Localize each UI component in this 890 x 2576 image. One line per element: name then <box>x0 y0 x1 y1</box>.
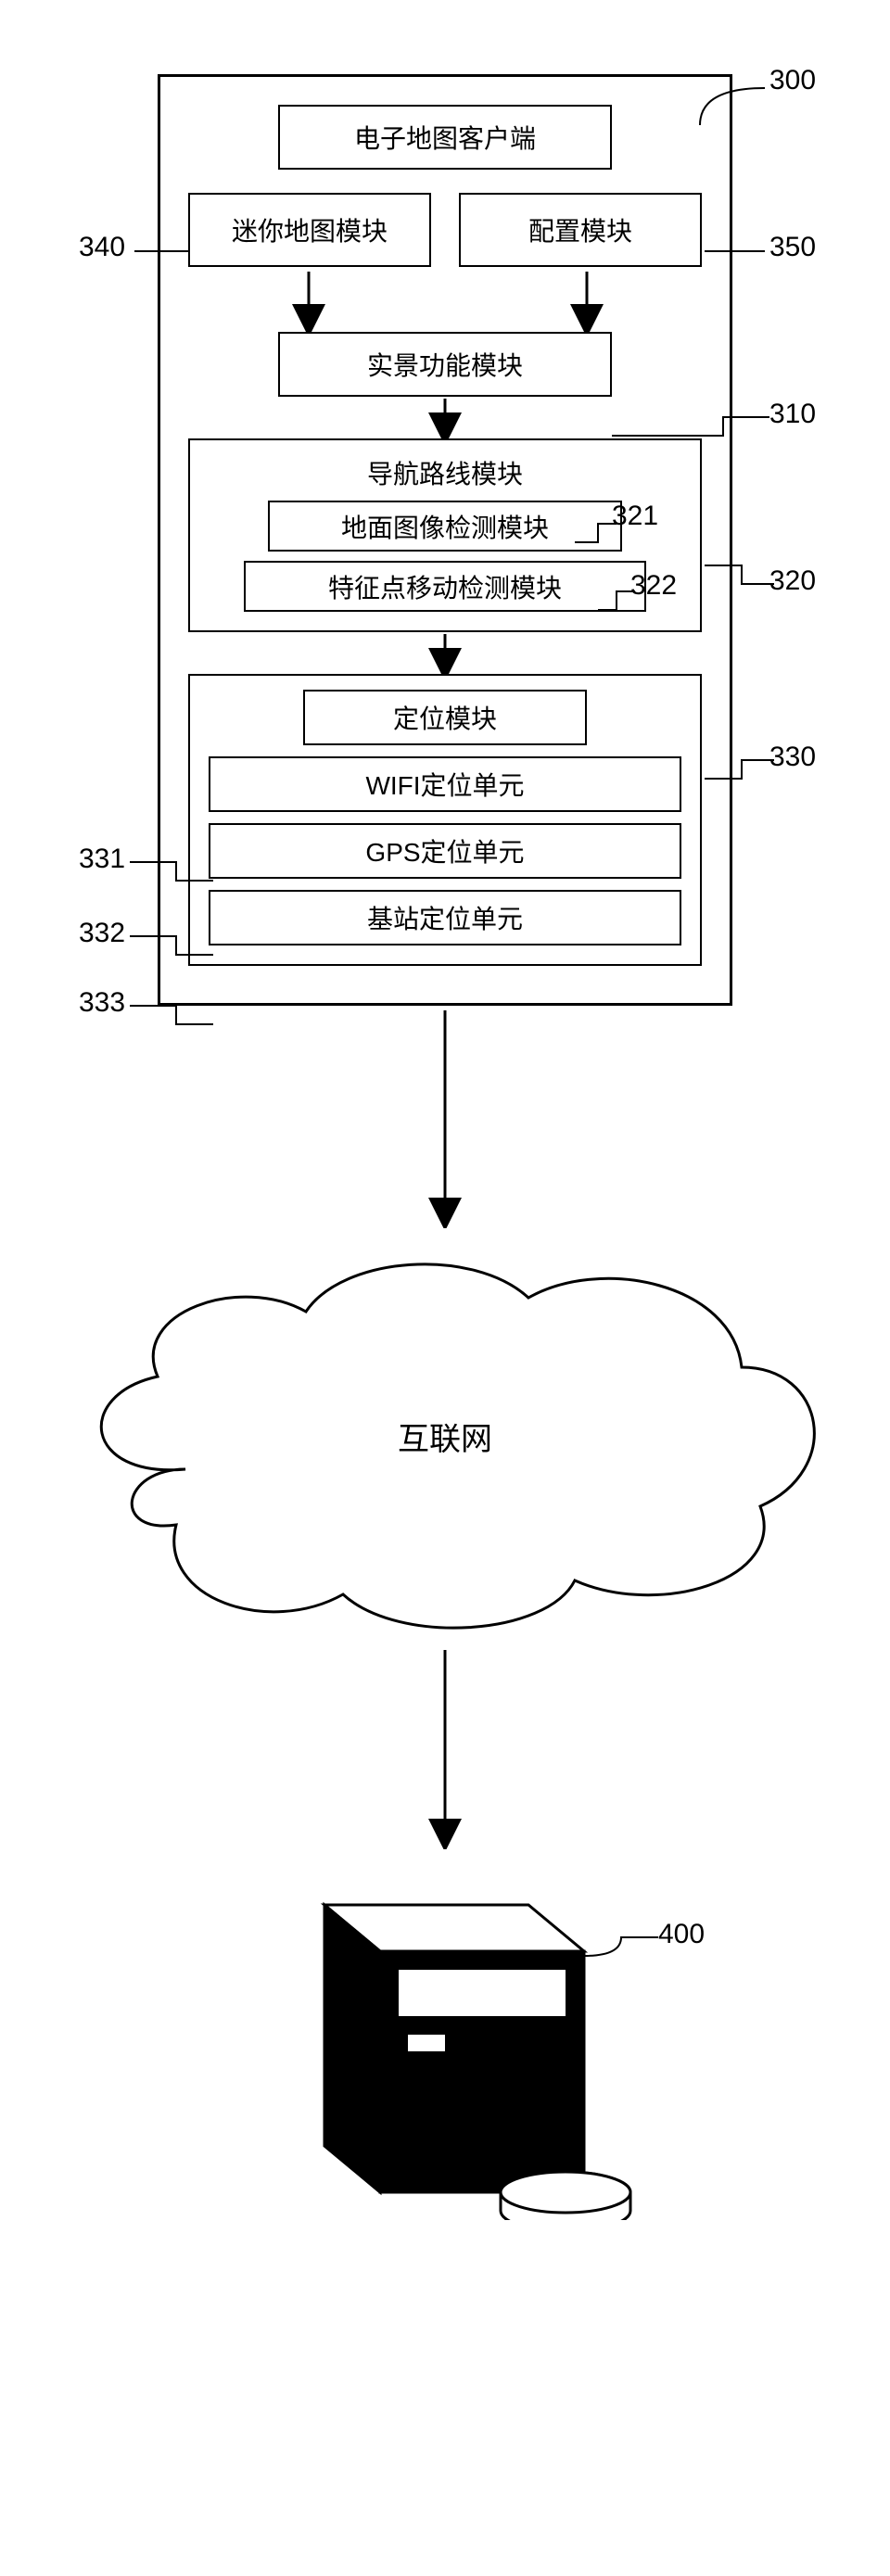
gps-label: GPS定位单元 <box>365 832 524 869</box>
realview-module: 实景功能模块 <box>278 332 612 397</box>
label-310: 310 <box>769 399 816 430</box>
lead-400 <box>584 1928 658 1965</box>
lead-340 <box>134 250 190 252</box>
loc-title-box: 定位模块 <box>303 690 587 745</box>
minimap-label: 迷你地图模块 <box>232 211 388 248</box>
lead-320 <box>705 556 774 593</box>
arrows-to-realview <box>188 267 707 332</box>
label-321: 321 <box>612 501 658 532</box>
server-wrap: 400 <box>28 1849 862 2220</box>
minimap-module: 迷你地图模块 <box>188 193 431 267</box>
loc-container: 定位模块 WIFI定位单元 GPS定位单元 基站定位单元 <box>188 674 702 966</box>
base-unit: 基站定位单元 <box>209 890 681 945</box>
lead-321 <box>575 514 617 552</box>
row-minimap-config: 迷你地图模块 配置模块 <box>188 193 702 267</box>
gps-unit: GPS定位单元 <box>209 823 681 879</box>
config-label: 配置模块 <box>528 211 632 248</box>
ground-detect-label: 地面图像检测模块 <box>341 508 549 545</box>
loc-title: 定位模块 <box>393 699 497 736</box>
feature-detect-label: 特征点移动检测模块 <box>328 568 562 605</box>
label-340: 340 <box>79 232 125 263</box>
label-350: 350 <box>769 232 816 263</box>
base-label: 基站定位单元 <box>367 899 523 936</box>
lead-322 <box>598 582 635 619</box>
ground-detect-module: 地面图像检测模块 <box>268 501 623 552</box>
cloud-wrap: 互联网 <box>28 1228 862 1645</box>
client-title-box: 电子地图客户端 <box>278 105 612 170</box>
label-332: 332 <box>79 918 125 949</box>
lead-310 <box>612 408 769 445</box>
arrow-cloud-to-server <box>28 1645 862 1849</box>
client-title: 电子地图客户端 <box>354 119 536 156</box>
config-module: 配置模块 <box>459 193 702 267</box>
realview-label: 实景功能模块 <box>367 346 523 383</box>
client-container: 电子地图客户端 迷你地图模块 配置模块 实景功能模块 <box>158 74 732 1006</box>
nav-title: 导航路线模块 <box>209 454 681 491</box>
wifi-label: WIFI定位单元 <box>365 766 524 803</box>
label-333: 333 <box>79 987 125 1019</box>
label-330: 330 <box>769 742 816 773</box>
label-320: 320 <box>769 565 816 597</box>
wifi-unit: WIFI定位单元 <box>209 756 681 812</box>
lead-331 <box>130 853 213 890</box>
cloud-text: 互联网 <box>28 1414 862 1459</box>
arrow-to-nav <box>426 397 464 438</box>
lead-350 <box>705 250 765 252</box>
label-400: 400 <box>658 1919 705 1950</box>
label-322: 322 <box>630 570 677 602</box>
lead-333 <box>130 996 213 1034</box>
system-diagram: 300 电子地图客户端 迷你地图模块 配置模块 <box>28 74 862 2220</box>
arrow-client-to-cloud <box>28 1006 862 1228</box>
arrow-to-loc <box>426 632 464 674</box>
lead-332 <box>130 927 213 964</box>
label-331: 331 <box>79 844 125 875</box>
lead-330 <box>705 751 774 788</box>
feature-detect-module: 特征点移动检测模块 <box>244 561 646 612</box>
label-300: 300 <box>769 65 816 96</box>
server-icon <box>28 1849 862 2220</box>
